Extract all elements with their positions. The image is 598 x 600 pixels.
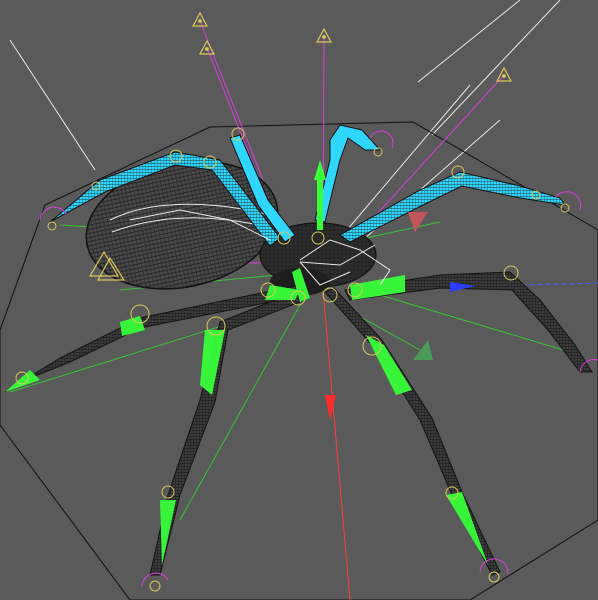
joint-circle-icon[interactable] <box>47 221 57 231</box>
front-legs-mesh <box>5 272 592 575</box>
joint-controls[interactable] <box>15 127 570 592</box>
rotation-wedge-icon[interactable] <box>408 212 428 232</box>
joint-circle-icon[interactable] <box>149 580 161 592</box>
triangle-target-icon[interactable] <box>191 11 209 27</box>
3d-viewport[interactable] <box>0 0 598 600</box>
green-wedge-icon[interactable] <box>413 340 433 360</box>
spider-rig-scene[interactable] <box>0 0 598 600</box>
front-legs <box>4 271 593 576</box>
ik-lines <box>9 20 598 600</box>
triangle-target-icon[interactable] <box>495 66 513 82</box>
